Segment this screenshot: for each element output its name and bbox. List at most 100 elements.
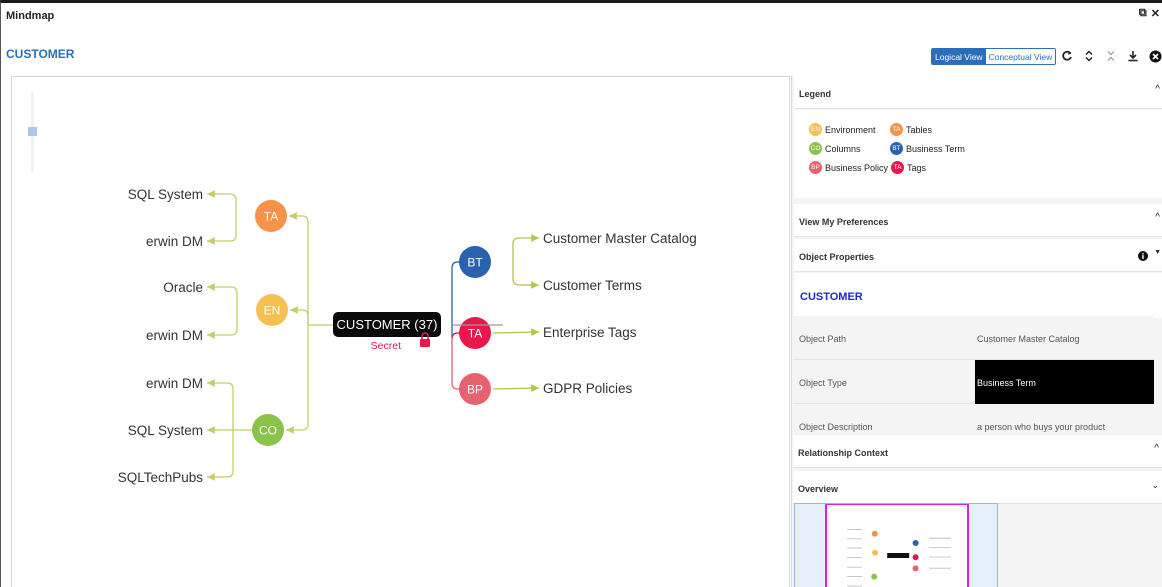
preferences-title: View My Preferences (799, 217, 889, 227)
overview-center-node (887, 553, 910, 558)
mindmap-window: Mindmap ⧉ ✕ CUSTOMER Logical View Concep… (0, 0, 1162, 587)
legend-label: Business Term (906, 143, 965, 154)
property-key: Object Type (799, 378, 847, 388)
overview-node (912, 554, 919, 561)
connector-line (207, 310, 238, 339)
connector-line (207, 283, 238, 310)
child-node-label: Oracle (163, 280, 203, 295)
connector-line (512, 234, 539, 262)
chevron-up-icon[interactable]: ^ (1154, 443, 1159, 454)
close-circle-icon[interactable] (1147, 47, 1162, 65)
center-node-label: CUSTOMER (37) (337, 317, 438, 332)
child-node-label: erwin DM (146, 234, 203, 249)
conceptual-view-button[interactable]: Conceptual View (985, 49, 1056, 64)
overview-graph (825, 504, 969, 587)
window-title: Mindmap (6, 10, 55, 22)
object-properties-header[interactable]: Object Properties ▼ (794, 239, 1162, 272)
overview-node (871, 530, 878, 537)
connector-line (207, 190, 237, 216)
overview-node (912, 540, 919, 546)
window-controls: ⧉ ✕ (1139, 7, 1160, 20)
mindmap-canvas[interactable]: Customer Master Catalog Customer Terms BT E… (11, 76, 790, 587)
chevron-down-icon[interactable]: ⌄ (1151, 480, 1159, 491)
connector-line (492, 384, 540, 393)
child-node-label: SQLTechPubs (118, 470, 204, 485)
connector-line (286, 325, 309, 434)
download-icon[interactable] (1125, 47, 1141, 65)
connector-line (207, 216, 237, 245)
node-abbr: TA (264, 210, 278, 224)
chevron-up-icon[interactable]: ^ (1155, 84, 1160, 95)
node-abbr: BP (467, 383, 483, 397)
relationship-context-title: Relationship Context (798, 448, 889, 458)
legend-label: Tags (907, 162, 927, 173)
overview-header[interactable]: Overview ⌄ (793, 471, 1162, 504)
connector-line (451, 337, 465, 393)
chevron-up-icon[interactable]: ^ (1155, 212, 1160, 223)
legend-label: Columns (825, 143, 861, 154)
node-abbr: BT (467, 256, 483, 270)
legend-dot: TA (891, 161, 904, 174)
refresh-icon[interactable] (1059, 47, 1075, 65)
property-key: Object Description (799, 422, 873, 432)
restore-icon[interactable]: ⧉ (1139, 7, 1147, 20)
secret-label: Secret (371, 340, 401, 352)
preferences-header[interactable]: View My Preferences ^ (794, 204, 1162, 237)
property-row: Object Description a person who buys you… (793, 404, 1154, 436)
legend-header[interactable]: Legend ^ (794, 76, 1162, 109)
node-abbr: TA (468, 327, 482, 341)
child-node-label: Customer Master Catalog (543, 231, 697, 246)
legend-item-tables: TA Tables (890, 123, 932, 136)
child-node-label: SQL System (128, 423, 203, 438)
lock-icon (420, 339, 430, 347)
node-abbr: CO (259, 424, 277, 438)
mindmap-header: CUSTOMER Logical View Conceptual View (1, 29, 1162, 73)
child-node-label: erwin DM (146, 376, 203, 391)
legend-dot: TA (890, 123, 903, 136)
overview-node (912, 565, 919, 572)
child-node-label: Customer Terms (543, 278, 642, 293)
object-properties-title: Object Properties (799, 252, 875, 262)
child-node-label: SQL System (128, 187, 203, 202)
toolbar (1059, 47, 1162, 65)
collapse-icon[interactable] (1103, 47, 1119, 65)
mindmap-graph: Customer Master Catalog Customer Terms BT E… (118, 187, 697, 485)
connector-line (289, 212, 309, 325)
relationship-context-header[interactable]: Relationship Context ^ (793, 435, 1162, 468)
child-node-label: erwin DM (146, 328, 203, 343)
view-toggle: Logical View Conceptual View (931, 48, 1057, 65)
object-name: CUSTOMER (6, 47, 75, 61)
legend-title: Legend (799, 89, 832, 99)
connector-line (207, 430, 234, 481)
overview-viewport (825, 504, 969, 587)
property-row: Object Path Customer Master Catalog (793, 316, 1154, 360)
legend-item-tags: TA Tags (891, 161, 926, 174)
object-properties-name-row: CUSTOMER (794, 273, 1162, 318)
property-value: Customer Master Catalog (977, 334, 1080, 344)
legend-dot: BT (890, 142, 903, 155)
connector-line (512, 262, 539, 289)
legend-item-columns: CO Columns (809, 142, 861, 155)
legend-label: Tables (906, 124, 933, 135)
logical-view-button[interactable]: Logical View (932, 49, 986, 64)
overview-node (872, 549, 878, 556)
property-key: Object Path (799, 334, 847, 344)
overview-minimap[interactable] (794, 503, 998, 587)
legend-label: Environment (825, 124, 876, 135)
title-bar: Mindmap ⧉ ✕ (1, 3, 1162, 29)
legend-dot: EN (809, 123, 822, 136)
info-icon[interactable] (1138, 248, 1148, 266)
legend-dot: CO (809, 142, 822, 155)
expand-icon[interactable] (1081, 47, 1097, 65)
overview-node (871, 573, 878, 580)
connector-line (451, 258, 465, 337)
legend-label: Business Policy (825, 162, 889, 173)
legend-item-business-policy: BP Business Policy (809, 161, 888, 174)
connector-line (290, 306, 309, 325)
node-abbr: EN (264, 304, 281, 318)
property-value: a person who buys your product (977, 422, 1106, 432)
connector-line (207, 379, 234, 430)
connector-line (451, 329, 465, 340)
close-icon[interactable]: ✕ (1151, 7, 1160, 20)
caret-down-icon[interactable]: ▼ (1154, 249, 1161, 256)
